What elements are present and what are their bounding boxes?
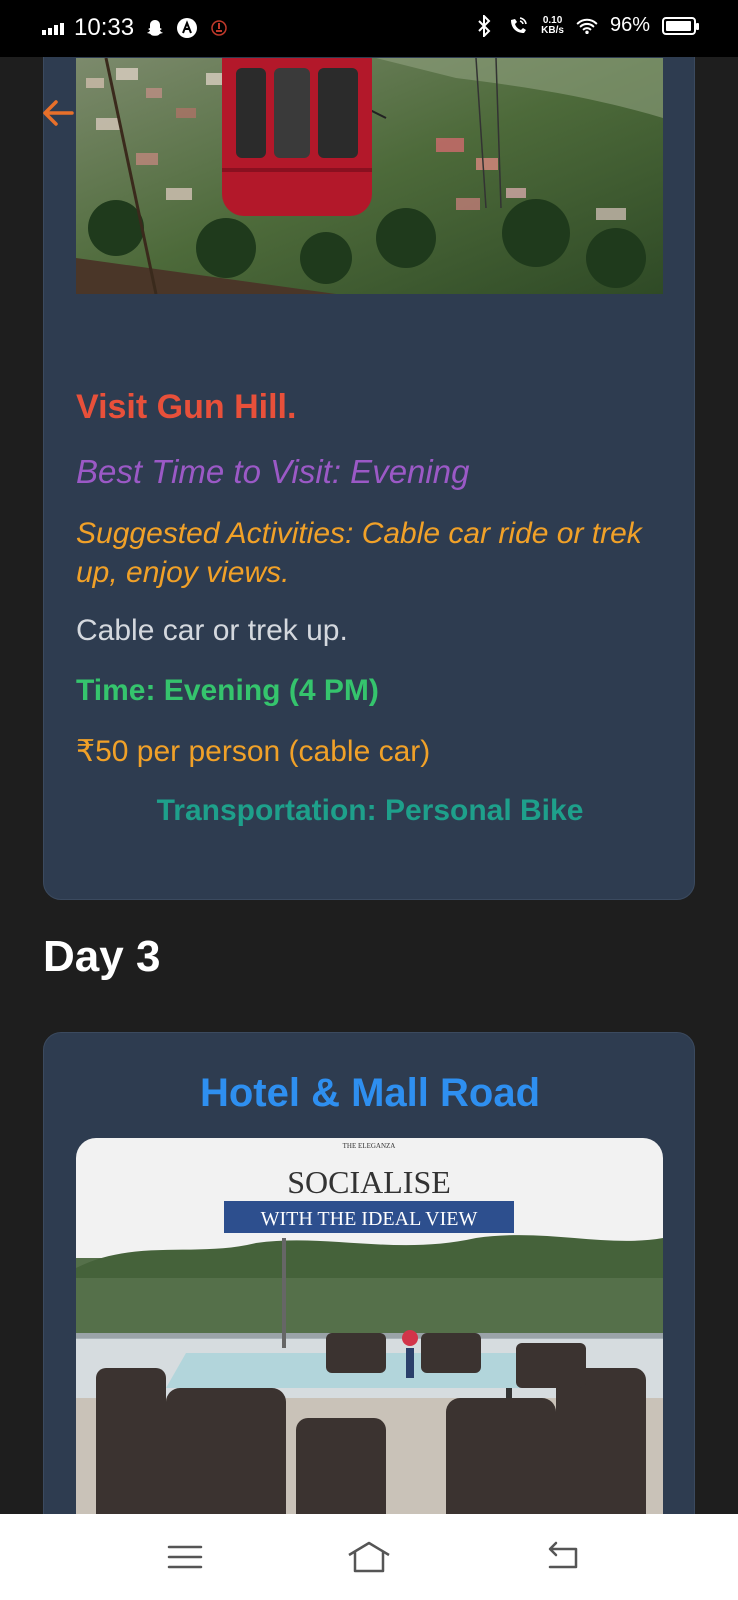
activity-card-hotel-mall-road: Hotel & Mall Road THE ELEGANZA SOCIALISE… [43, 1032, 695, 1514]
navigation-bar [0, 1514, 738, 1600]
back-icon [548, 1541, 578, 1569]
back-button[interactable] [40, 95, 76, 131]
battery-percent: 96% [609, 14, 650, 36]
menu-button[interactable] [161, 1534, 209, 1580]
wifi-calling-icon [507, 15, 529, 37]
hotel-terrace-photo: THE ELEGANZA SOCIALISE WITH THE IDEAL VI… [76, 1138, 663, 1514]
hotel-headline-text: SOCIALISE [287, 1164, 451, 1200]
home-button[interactable] [345, 1534, 393, 1580]
hotel-subline-text: WITH THE IDEAL VIEW [261, 1208, 478, 1230]
activity-card-gun-hill: Visit Gun Hill. Best Time to Visit: Even… [43, 57, 695, 900]
status-left: 10:33 [42, 14, 230, 42]
bluetooth-icon [473, 14, 495, 37]
hotel-image: THE ELEGANZA SOCIALISE WITH THE IDEAL VI… [76, 1138, 663, 1514]
status-bar: 10:33 0.10 KB/s 96% [0, 0, 738, 57]
network-speed: 0.10 KB/s [541, 15, 564, 36]
cable-car-photo [76, 58, 663, 295]
signal-icon [42, 21, 64, 35]
status-time: 10:33 [74, 14, 135, 41]
transportation-text: Transportation: Personal Bike [156, 794, 584, 827]
card-title: Hotel & Mall Road [199, 1071, 541, 1115]
notification-icon [208, 17, 230, 39]
app-a-icon [176, 17, 198, 39]
menu-icon [167, 1545, 203, 1569]
activity-title: Visit Gun Hill. [76, 388, 297, 426]
home-icon [348, 1541, 390, 1573]
speed-unit: KB/s [541, 24, 564, 36]
activity-price: ₹50 per person (cable car) [76, 735, 431, 768]
battery-fill [666, 20, 691, 31]
activity-time: Time: Evening (4 PM) [76, 674, 379, 707]
battery-icon [662, 16, 699, 35]
activity-description: Cable car or trek up. [76, 614, 348, 647]
wifi-icon [576, 15, 598, 37]
cable-car-image [76, 58, 663, 334]
hotel-brand-text: THE ELEGANZA [343, 1142, 396, 1150]
status-right: 0.10 KB/s 96% [473, 14, 699, 37]
snapchat-icon [144, 17, 166, 39]
system-back-button[interactable] [538, 1534, 586, 1580]
arrow-left-icon [43, 100, 74, 126]
best-time-text: Best Time to Visit: Evening [76, 453, 470, 490]
itinerary-scroll[interactable]: Visit Gun Hill. Best Time to Visit: Even… [0, 57, 738, 1514]
suggested-activities-text: Suggested Activities: Cable car ride or … [76, 517, 642, 589]
day-heading: Day 3 [43, 932, 161, 981]
